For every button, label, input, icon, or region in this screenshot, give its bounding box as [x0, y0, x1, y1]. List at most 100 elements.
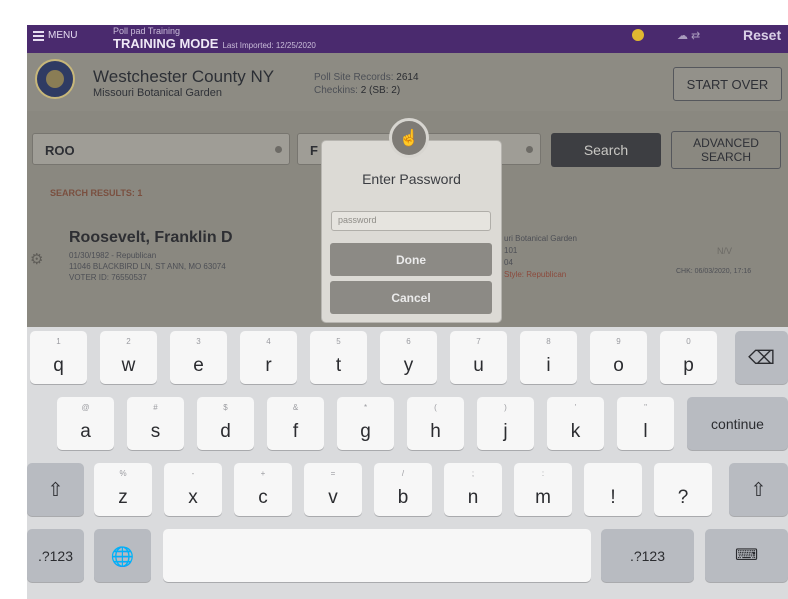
voter-split: 04: [504, 258, 513, 267]
on-screen-keyboard: 1q2w3e4r5t6y7u8i9o0p ⌫ @ a # s $ d & f * g(h) j ' k "…: [27, 327, 788, 599]
key-symbol-8[interactable]: ?: [654, 463, 712, 516]
start-over-button[interactable]: START OVER: [673, 67, 782, 101]
last-name-input[interactable]: ROO: [32, 133, 290, 165]
app-subtitle: Poll pad Training: [113, 26, 181, 36]
key-alt-label: ": [644, 403, 647, 412]
key-t[interactable]: 5t: [310, 331, 367, 384]
key-q[interactable]: 1q: [30, 331, 87, 384]
key-label: l: [643, 421, 648, 442]
numbers-key-right[interactable]: .?123: [601, 529, 694, 582]
key-label: q: [53, 355, 64, 376]
key-n[interactable]: ; n: [444, 463, 502, 516]
search-results-count: SEARCH RESULTS: 1: [50, 188, 143, 198]
key-h[interactable]: (h: [407, 397, 464, 450]
voter-site: uri Botanical Garden: [504, 234, 577, 243]
backspace-key[interactable]: ⌫: [735, 331, 788, 384]
key-s[interactable]: # s: [127, 397, 184, 450]
key-alt-label: 9: [616, 337, 621, 346]
key-v[interactable]: = v: [304, 463, 362, 516]
password-dialog: ☝ Enter Password password Done Cancel: [322, 118, 501, 322]
poll-site-records: Poll Site Records: 2614: [314, 72, 419, 83]
hamburger-menu-icon: [33, 31, 44, 41]
dialog-title: Enter Password: [362, 171, 461, 187]
pointer-hand-icon: ☝: [389, 118, 429, 158]
keyboard-dismiss-key[interactable]: ⌨: [705, 529, 788, 582]
key-k[interactable]: ' k: [547, 397, 604, 450]
backspace-icon: ⌫: [748, 348, 775, 369]
key-l[interactable]: " l: [617, 397, 674, 450]
globe-icon: 🌐: [110, 547, 135, 568]
clear-last-name-icon[interactable]: [275, 146, 282, 153]
key-r[interactable]: 4r: [240, 331, 297, 384]
voter-address: 11046 BLACKBIRD LN, ST ANN, MO 63074: [69, 262, 226, 271]
advanced-line-1: ADVANCED: [693, 136, 759, 150]
menu-label: MENU: [48, 30, 78, 41]
shift-icon: ⇧: [47, 480, 64, 501]
key-m[interactable]: :m: [514, 463, 572, 516]
reset-button[interactable]: Reset: [743, 27, 781, 43]
key-i[interactable]: 8i: [520, 331, 577, 384]
key-b[interactable]: / b: [374, 463, 432, 516]
numbers-label: .?123: [37, 548, 74, 564]
key-alt-label: ': [574, 403, 577, 412]
cancel-button[interactable]: Cancel: [330, 281, 492, 314]
menu-button[interactable]: MENU: [33, 30, 77, 41]
key-alt-label: #: [153, 403, 158, 412]
key-alt-label: ): [504, 403, 507, 412]
key-alt-label: &: [292, 403, 299, 412]
poll-site-records-value: 2614: [396, 72, 419, 83]
county-seal-icon: [35, 59, 75, 99]
key-w[interactable]: 2w: [100, 331, 157, 384]
password-input[interactable]: password: [331, 211, 491, 231]
globe-key[interactable]: 🌐: [94, 529, 151, 582]
clear-first-name-icon[interactable]: [526, 146, 533, 153]
key-alt-label: %: [119, 469, 127, 478]
gear-icon[interactable]: ⚙: [30, 250, 43, 268]
key-symbol-7[interactable]: !: [584, 463, 642, 516]
key-label: g: [360, 421, 371, 442]
voter-status: N/V: [717, 246, 733, 256]
key-label: k: [570, 421, 581, 442]
shift-key-left[interactable]: ⇧: [27, 463, 84, 516]
key-alt-label: /: [401, 469, 405, 478]
advanced-line-2: SEARCH: [700, 150, 751, 164]
space-bar[interactable]: [163, 529, 591, 582]
key-z[interactable]: % z: [94, 463, 152, 516]
key-a[interactable]: @ a: [57, 397, 114, 450]
key-alt-label: 1: [56, 337, 61, 346]
last-imported: Last Imported: 12/25/2020: [222, 41, 316, 50]
key-label: r: [265, 355, 272, 376]
numbers-label: .?123: [629, 548, 666, 564]
key-g[interactable]: * g: [337, 397, 394, 450]
advanced-search-button[interactable]: ADVANCED SEARCH: [671, 131, 781, 169]
checkins-label: Checkins:: [314, 85, 358, 96]
key-x[interactable]: -x: [164, 463, 222, 516]
voter-checkin-time: CHK: 06/03/2020, 17:16: [676, 268, 752, 275]
training-mode-title: TRAINING MODE Last Imported: 12/25/2020: [113, 36, 316, 51]
county-name: Westchester County NY: [93, 67, 275, 86]
continue-key[interactable]: continue: [687, 397, 788, 450]
status-indicator-icon: [632, 29, 644, 41]
voter-name[interactable]: Roosevelt, Franklin D: [69, 229, 233, 247]
key-y[interactable]: 6y: [380, 331, 437, 384]
key-p[interactable]: 0p: [660, 331, 717, 384]
key-f[interactable]: & f: [267, 397, 324, 450]
key-label: b: [397, 487, 409, 508]
key-alt-label: 5: [336, 337, 341, 346]
key-alt-label: 0: [686, 337, 691, 346]
done-button[interactable]: Done: [330, 243, 492, 276]
key-c[interactable]: + c: [234, 463, 292, 516]
key-e[interactable]: 3e: [170, 331, 227, 384]
numbers-key-left[interactable]: .?123: [27, 529, 84, 582]
key-label: ?: [677, 487, 689, 508]
key-d[interactable]: $ d: [197, 397, 254, 450]
key-label: w: [121, 355, 136, 376]
key-u[interactable]: 7u: [450, 331, 507, 384]
key-alt-label: 8: [546, 337, 551, 346]
poll-site-name: Missouri Botanical Garden: [93, 87, 223, 99]
key-o[interactable]: 9o: [590, 331, 647, 384]
key-j[interactable]: ) j: [477, 397, 534, 450]
key-label: v: [328, 487, 338, 508]
search-button[interactable]: Search: [551, 133, 661, 167]
shift-key-right[interactable]: ⇧: [729, 463, 788, 516]
